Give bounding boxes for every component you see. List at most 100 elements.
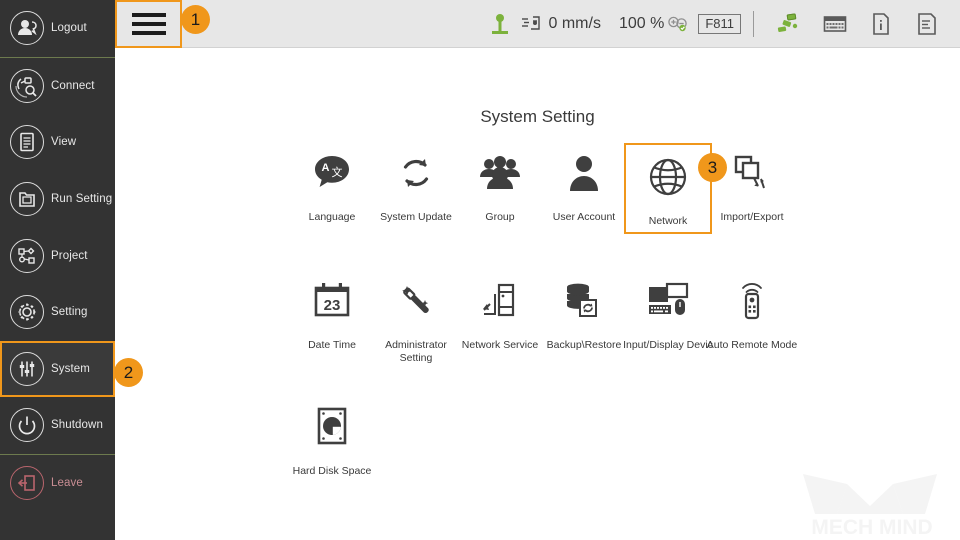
language-translate-icon: A 文 [301, 145, 363, 201]
toolbar-status-group: 0 mm/s 100 % F811 [480, 0, 960, 48]
speed-value: 0 mm/s [548, 15, 601, 32]
tile-network-service[interactable]: Network Service [458, 273, 542, 365]
tile-hard-disk-space[interactable]: Hard Disk Space [290, 399, 374, 478]
backup-restore-icon [553, 273, 615, 329]
sidebar-item-label: System [51, 362, 90, 375]
toolbar-divider [753, 11, 754, 37]
exit-door-icon [10, 466, 44, 501]
tile-auto-remote-mode[interactable]: Auto Remote Mode [706, 273, 798, 365]
calendar-23-icon: 23 [301, 273, 363, 329]
sidebar-item-project[interactable]: Project [0, 227, 115, 284]
view-list-icon [10, 125, 44, 160]
sidebar: Logout Connect View Run Setting Project … [0, 0, 115, 540]
remote-control-icon [721, 273, 783, 329]
zoom-inout-button[interactable] [664, 0, 692, 48]
sidebar-item-view[interactable]: View [0, 114, 115, 171]
zoom-status[interactable]: 100 % [619, 0, 664, 48]
top-toolbar: 0 mm/s 100 % F811 [115, 0, 960, 48]
sidebar-item-label: View [51, 136, 77, 149]
sidebar-item-leave[interactable]: Leave [0, 455, 115, 512]
log-document-icon [918, 13, 936, 35]
keyboard-icon [823, 16, 847, 32]
content-panel: System Setting A 文 Language System Updat… [115, 49, 960, 540]
sidebar-item-label: Setting [51, 306, 88, 319]
tile-label: Input/Display Devic [623, 339, 713, 351]
joystick-icon [491, 14, 508, 34]
badge-number: 3 [707, 157, 718, 177]
tile-network[interactable]: Network [624, 143, 712, 234]
function-key-value: F811 [698, 13, 741, 35]
sidebar-item-label: Run Setting [51, 193, 113, 206]
robot-arm-button[interactable] [766, 0, 812, 48]
badge-number: 1 [190, 9, 201, 29]
user-account-icon [553, 145, 615, 201]
tile-label: Auto Remote Mode [706, 339, 798, 351]
tile-user-account[interactable]: User Account [542, 145, 626, 232]
tile-input-display-device[interactable]: Input/Display Devic [623, 273, 713, 365]
sidebar-item-label: Logout [51, 22, 87, 35]
gear-icon [10, 295, 44, 330]
zoom-in-out-icon [668, 16, 688, 32]
tile-label: Group [485, 211, 515, 223]
sidebar-item-connect[interactable]: Connect [0, 58, 115, 115]
joystick-status[interactable] [480, 0, 520, 48]
user-group-icon [469, 145, 531, 201]
robot-speed-icon [521, 16, 540, 30]
tile-system-update[interactable]: System Update [374, 145, 458, 232]
project-nodes-icon [10, 238, 44, 273]
tile-language[interactable]: A 文 Language [290, 145, 374, 232]
sidebar-item-system[interactable]: System [0, 340, 115, 398]
log-button[interactable] [904, 0, 950, 48]
function-key-display[interactable]: F811 [698, 0, 741, 48]
sidebar-item-run-setting[interactable]: Run Setting [0, 171, 115, 228]
tile-label: Network Service [461, 339, 539, 351]
hamburger-bar [131, 13, 166, 17]
tile-label: Hard Disk Space [292, 465, 372, 477]
speed-status[interactable]: 0 mm/s [520, 0, 601, 48]
app-window: Logout Connect View Run Setting Project … [0, 0, 960, 540]
watermark-text: MECH MIND [811, 516, 932, 539]
tile-label: Network [648, 215, 688, 227]
logout-user-icon [10, 11, 44, 46]
badge-3: 3 [698, 153, 727, 182]
svg-text:文: 文 [332, 165, 343, 179]
tile-administrator-setting[interactable]: Administrator Setting [374, 273, 458, 365]
sliders-icon [10, 351, 44, 386]
svg-text:23: 23 [324, 297, 341, 314]
tile-backup-restore[interactable]: Backup\Restore [542, 273, 626, 365]
server-tower-icon [469, 273, 531, 329]
mech-mind-watermark: MECH MIND [785, 468, 960, 540]
tile-label: User Account [552, 211, 616, 223]
tile-group[interactable]: Group [458, 145, 542, 232]
sidebar-item-logout[interactable]: Logout [0, 0, 115, 57]
tile-label: Administrator Setting [385, 339, 447, 364]
page-title: System Setting [480, 107, 595, 126]
sidebar-item-label: Leave [51, 477, 83, 490]
magic-wand-icon [385, 273, 447, 329]
zoom-value: 100 % [618, 15, 665, 32]
keyboard-button[interactable] [812, 0, 858, 48]
svg-text:A: A [322, 162, 330, 174]
globe-network-icon [637, 149, 699, 205]
sidebar-item-label: Shutdown [51, 419, 103, 432]
hard-disk-icon [301, 399, 363, 455]
folder-run-icon [10, 182, 44, 217]
connect-icon [10, 68, 44, 103]
tile-label: Language [308, 211, 356, 223]
sidebar-item-label: Project [51, 249, 88, 262]
sidebar-item-setting[interactable]: Setting [0, 284, 115, 341]
input-display-icon [637, 273, 699, 329]
badge-number: 2 [123, 362, 134, 382]
sidebar-item-label: Connect [51, 79, 95, 92]
power-icon [10, 408, 44, 443]
tile-date-time[interactable]: 23 Date Time [290, 273, 374, 365]
sidebar-item-shutdown[interactable]: Shutdown [0, 397, 115, 454]
robot-arm-icon [777, 13, 798, 32]
system-update-icon [385, 145, 447, 201]
hamburger-bar [131, 31, 166, 35]
tile-row-3: Hard Disk Space [290, 399, 374, 478]
import-export-icon [721, 145, 783, 201]
info-icon [873, 13, 889, 35]
info-button[interactable] [858, 0, 904, 48]
hamburger-menu-button[interactable] [115, 0, 182, 48]
